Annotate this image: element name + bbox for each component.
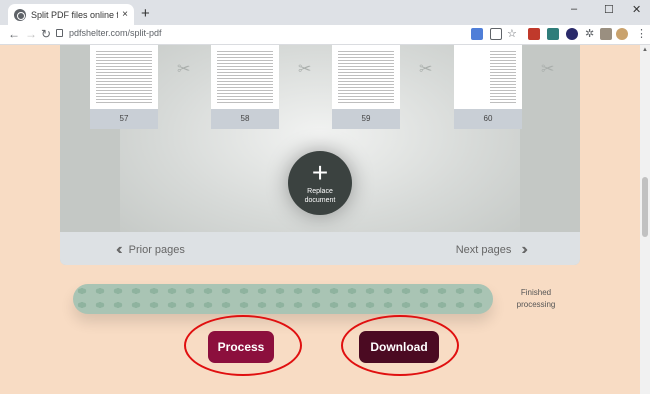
plus-icon: + — [311, 157, 329, 188]
tab-title: Split PDF files online for free, wit — [31, 9, 118, 20]
menu-kebab-icon[interactable]: ⋮ — [636, 27, 648, 40]
page-thumbnail[interactable]: 58 — [211, 45, 279, 129]
status-line1: Finished — [520, 288, 552, 297]
browser-tab[interactable]: Split PDF files online for free, wit × — [8, 4, 134, 25]
extension-shield-icon[interactable] — [528, 28, 540, 40]
replace-label-line2: document — [304, 197, 336, 204]
replace-document-button[interactable]: + Replace document — [288, 151, 352, 215]
url-text: pdfshelter.com/split-pdf — [69, 28, 162, 38]
extension-info-icon[interactable] — [566, 28, 578, 40]
scissors-icon[interactable]: ✂ — [419, 59, 432, 79]
replace-label-line1: Replace — [307, 188, 333, 195]
scissors-icon[interactable]: ✂ — [177, 59, 190, 79]
lock-icon — [56, 29, 63, 37]
puzzle-icon[interactable]: ✲ — [585, 27, 597, 40]
scrollbar-thumb[interactable] — [642, 177, 648, 237]
page-thumbnail[interactable]: 60 — [454, 45, 522, 129]
pdf-viewer: 57 ✂ 58 ✂ 59 ✂ 60 ✂ + Replace document ‹… — [60, 45, 580, 265]
minimize-button[interactable]: – — [571, 3, 577, 15]
status-line2: processing — [516, 300, 556, 309]
address-bar: ← → ↻ pdfshelter.com/split-pdf ☆ ✲ ⋮ — [0, 25, 650, 45]
double-chevron-right-icon: ›› — [521, 241, 527, 258]
back-arrow-icon[interactable]: ← — [8, 27, 20, 41]
close-tab-icon[interactable]: × — [122, 9, 128, 20]
extension-save-icon[interactable] — [547, 28, 559, 40]
page-number: 57 — [90, 109, 158, 129]
page-number: 60 — [454, 109, 522, 129]
double-chevron-left-icon: ‹‹ — [116, 241, 122, 258]
browser-titlebar: Split PDF files online for free, wit × +… — [0, 0, 650, 25]
pagination-bar: ‹‹ Prior pages Next pages ›› — [60, 232, 580, 265]
maximize-button[interactable]: ☐ — [604, 3, 614, 16]
page-thumbnail[interactable]: 57 — [90, 45, 158, 129]
reload-icon[interactable]: ↻ — [41, 27, 51, 41]
avatar[interactable] — [616, 28, 628, 40]
progress-bar — [73, 284, 493, 314]
share-icon[interactable] — [490, 28, 502, 40]
page-number: 59 — [332, 109, 400, 129]
next-pages-link[interactable]: Next pages ›› — [456, 241, 534, 259]
scissors-icon[interactable]: ✂ — [298, 59, 311, 79]
page-content: 57 ✂ 58 ✂ 59 ✂ 60 ✂ + Replace document ‹… — [0, 45, 650, 394]
page-thumbnail[interactable]: 59 — [332, 45, 400, 129]
vertical-scrollbar[interactable]: ▲ — [640, 45, 650, 394]
scroll-up-arrow-icon[interactable]: ▲ — [642, 47, 648, 53]
translate-icon[interactable] — [471, 28, 483, 40]
prior-pages-link[interactable]: ‹‹ Prior pages — [106, 241, 185, 259]
bookmark-star-icon[interactable]: ☆ — [507, 27, 519, 40]
scissors-icon[interactable]: ✂ — [541, 59, 554, 79]
close-window-button[interactable]: ✕ — [632, 3, 641, 16]
url-field[interactable]: pdfshelter.com/split-pdf — [56, 28, 162, 38]
next-pages-label: Next pages — [455, 244, 512, 256]
download-button[interactable]: Download — [359, 331, 439, 363]
process-button[interactable]: Process — [208, 331, 274, 363]
forward-arrow-icon[interactable]: → — [25, 27, 37, 41]
globe-icon — [14, 8, 26, 21]
prior-pages-label: Prior pages — [128, 244, 185, 256]
new-tab-button[interactable]: + — [141, 5, 150, 22]
progress-status: Finished processing — [508, 287, 564, 311]
extension-misc-icon[interactable] — [600, 28, 612, 40]
page-number: 58 — [211, 109, 279, 129]
